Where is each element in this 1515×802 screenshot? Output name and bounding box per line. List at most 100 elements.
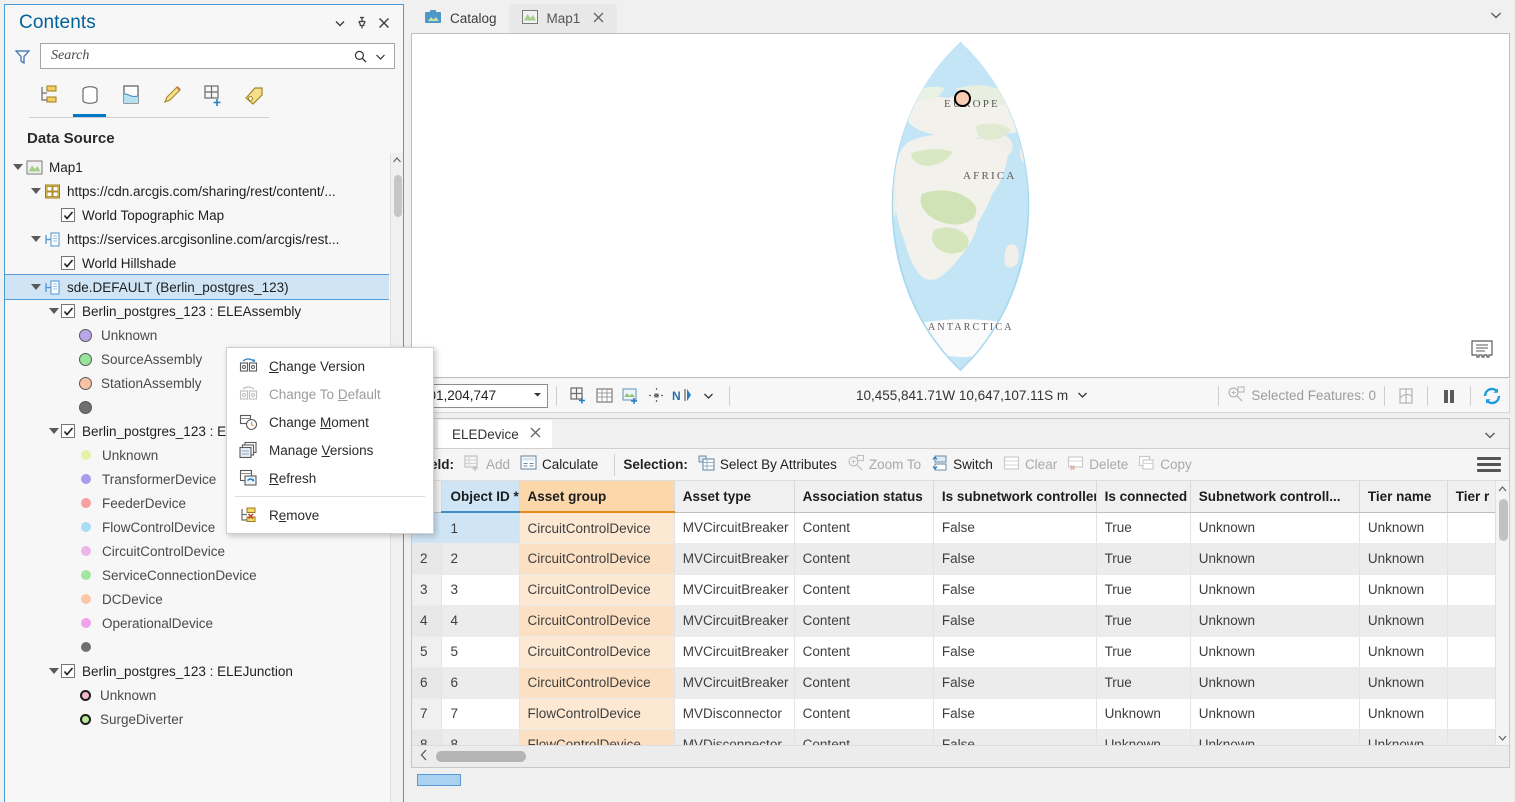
cell-association_status[interactable]: Content xyxy=(794,605,934,637)
column-header-tier_name[interactable]: Tier name xyxy=(1359,481,1448,513)
cell-association_status[interactable]: Content xyxy=(794,667,934,699)
pause-drawing-icon[interactable] xyxy=(1436,383,1462,409)
new-map-icon[interactable] xyxy=(565,383,591,409)
cell-asset_group[interactable]: CircuitControlDevice xyxy=(519,512,675,544)
tree-item-eleassembly-layer[interactable]: Berlin_postgres_123 : ELEAssembly xyxy=(5,299,389,323)
cell-is_connected[interactable]: True xyxy=(1096,605,1191,637)
pin-icon[interactable] xyxy=(351,12,373,34)
twisty-icon[interactable] xyxy=(29,179,43,203)
cell-tier_rank[interactable] xyxy=(1447,574,1498,606)
menu-item-manage-versions[interactable]: Manage Versions xyxy=(227,436,433,464)
chevron-down-icon[interactable] xyxy=(532,388,543,403)
tree-item-map1[interactable]: Map1 xyxy=(5,155,389,179)
cell-tier_rank[interactable] xyxy=(1447,729,1498,745)
table-tabstrip-overflow-chevron-icon[interactable] xyxy=(1483,428,1497,445)
layer-visibility-checkbox[interactable] xyxy=(61,208,75,222)
search-box[interactable] xyxy=(40,43,395,69)
column-header-subnetwork_controller[interactable]: Subnetwork controll... xyxy=(1190,481,1360,513)
layer-visibility-checkbox[interactable] xyxy=(61,664,75,678)
twisty-icon[interactable] xyxy=(47,299,61,323)
cell-asset_group[interactable]: CircuitControlDevice xyxy=(519,574,675,606)
add-data-icon[interactable] xyxy=(617,383,643,409)
tree-item-services-arcgisonline[interactable]: https://services.arcgisonline.com/arcgis… xyxy=(5,227,389,251)
cell-subnetwork_controller[interactable]: Unknown xyxy=(1190,698,1360,730)
search-options-chevron-icon[interactable] xyxy=(370,45,390,67)
cell-asset_group[interactable]: CircuitControlDevice xyxy=(519,543,675,575)
scroll-left-icon[interactable] xyxy=(416,749,432,764)
menu-item-refresh[interactable]: Refresh xyxy=(227,464,433,492)
grid-horizontal-scrollbar[interactable] xyxy=(412,745,1509,767)
tree-item-ed-allother[interactable] xyxy=(5,635,389,659)
cell-asset_group[interactable]: FlowControlDevice xyxy=(519,729,675,745)
cell-tier_rank[interactable] xyxy=(1447,667,1498,699)
list-by-labeling-button[interactable] xyxy=(234,77,273,113)
table-row[interactable]: 1 CircuitControlDevice MVCircuitBreaker Con… xyxy=(412,512,1498,544)
cell-tier_name[interactable]: Unknown xyxy=(1359,667,1448,699)
twisty-icon[interactable] xyxy=(11,155,25,179)
clear-button[interactable]: Clear xyxy=(1001,455,1065,474)
cell-is_subnetwork_controller[interactable]: False xyxy=(933,636,1097,668)
cell-tier_name[interactable]: Unknown xyxy=(1359,729,1448,745)
table-row[interactable]: 7 7 FlowControlDevice MVDisconnector Content… xyxy=(412,698,1498,730)
menu-item-change-moment[interactable]: Change Moment xyxy=(227,408,433,436)
cell-tier_name[interactable]: Unknown xyxy=(1359,543,1448,575)
column-header-asset_type[interactable]: Asset type xyxy=(674,481,795,513)
cell-tier_name[interactable]: Unknown xyxy=(1359,605,1448,637)
tab-close-icon[interactable] xyxy=(592,11,605,27)
cell-association_status[interactable]: Content xyxy=(794,512,934,544)
cell-is_connected[interactable]: True xyxy=(1096,543,1191,575)
list-by-editing-button[interactable] xyxy=(152,77,191,113)
cell-oid[interactable]: 7 xyxy=(441,698,520,730)
tree-item-elejunction-layer[interactable]: Berlin_postgres_123 : ELEJunction xyxy=(5,659,389,683)
scroll-up-icon[interactable] xyxy=(391,153,403,167)
search-icon[interactable] xyxy=(350,45,370,67)
cell-association_status[interactable]: Content xyxy=(794,698,934,730)
cell-is_connected[interactable]: Unknown xyxy=(1096,698,1191,730)
clip-layer-icon[interactable] xyxy=(1393,383,1419,409)
cell-oid[interactable]: 3 xyxy=(441,574,520,606)
cell-asset_group[interactable]: CircuitControlDevice xyxy=(519,667,675,699)
menu-item-remove[interactable]: Remove xyxy=(227,501,433,529)
cell-asset_group[interactable]: FlowControlDevice xyxy=(519,698,675,730)
cell-subnetwork_controller[interactable]: Unknown xyxy=(1190,729,1360,745)
cell-asset_group[interactable]: CircuitControlDevice xyxy=(519,636,675,668)
twisty-icon[interactable] xyxy=(29,227,43,251)
map-view[interactable]: . EUROPE AFRICA ANTARCTICA xyxy=(411,33,1510,378)
attribute-table[interactable]: Object ID * Asset group Asset type Associat… xyxy=(412,481,1498,745)
tab-catalog[interactable]: Catalog xyxy=(412,4,509,33)
cell-subnetwork_controller[interactable]: Unknown xyxy=(1190,605,1360,637)
tabstrip-overflow-chevron-icon[interactable] xyxy=(1489,8,1503,25)
cell-is_connected[interactable]: True xyxy=(1096,667,1191,699)
cell-asset_type[interactable]: MVDisconnector xyxy=(674,729,795,745)
table-options-menu-button[interactable] xyxy=(1477,453,1501,477)
cell-tier_rank[interactable] xyxy=(1447,543,1498,575)
cell-is_subnetwork_controller[interactable]: False xyxy=(933,698,1097,730)
tree-item-sde-default[interactable]: sde.DEFAULT (Berlin_postgres_123) xyxy=(5,274,389,300)
column-header-tier_rank[interactable]: Tier r xyxy=(1447,481,1498,513)
version-context-menu[interactable]: Change Version Change To Default Change Mo… xyxy=(226,347,434,534)
list-by-drawing-order-button[interactable] xyxy=(29,77,68,113)
cell-tier_name[interactable]: Unknown xyxy=(1359,636,1448,668)
cell-asset_type[interactable]: MVDisconnector xyxy=(674,698,795,730)
cell-subnetwork_controller[interactable]: Unknown xyxy=(1190,512,1360,544)
table-row[interactable]: 6 6 CircuitControlDevice MVCircuitBreaker Co… xyxy=(412,667,1498,699)
cell-subnetwork_controller[interactable]: Unknown xyxy=(1190,636,1360,668)
cell-oid[interactable]: 2 xyxy=(441,543,520,575)
cell-subnetwork_controller[interactable]: Unknown xyxy=(1190,574,1360,606)
list-by-data-source-button[interactable] xyxy=(70,77,109,117)
cell-is_connected[interactable]: True xyxy=(1096,636,1191,668)
add-field-button[interactable]: Add xyxy=(462,455,518,474)
cell-is_subnetwork_controller[interactable]: False xyxy=(933,605,1097,637)
tree-item-ed-circuitcontroldevice[interactable]: CircuitControlDevice xyxy=(5,539,389,563)
cell-tier_name[interactable]: Unknown xyxy=(1359,698,1448,730)
cell-asset_type[interactable]: MVCircuitBreaker xyxy=(674,543,795,575)
filter-icon[interactable] xyxy=(11,45,33,67)
cell-subnetwork_controller[interactable]: Unknown xyxy=(1190,667,1360,699)
cell-oid[interactable]: 1 xyxy=(441,512,520,544)
cell-association_status[interactable]: Content xyxy=(794,729,934,745)
cell-asset_group[interactable]: CircuitControlDevice xyxy=(519,605,675,637)
cell-oid[interactable]: 8 xyxy=(441,729,520,745)
table-row[interactable]: 2 2 CircuitControlDevice MVCircuitBreaker Co… xyxy=(412,543,1498,575)
copy-button[interactable]: Copy xyxy=(1136,455,1200,474)
tree-item-world-hillshade[interactable]: World Hillshade xyxy=(5,251,389,275)
